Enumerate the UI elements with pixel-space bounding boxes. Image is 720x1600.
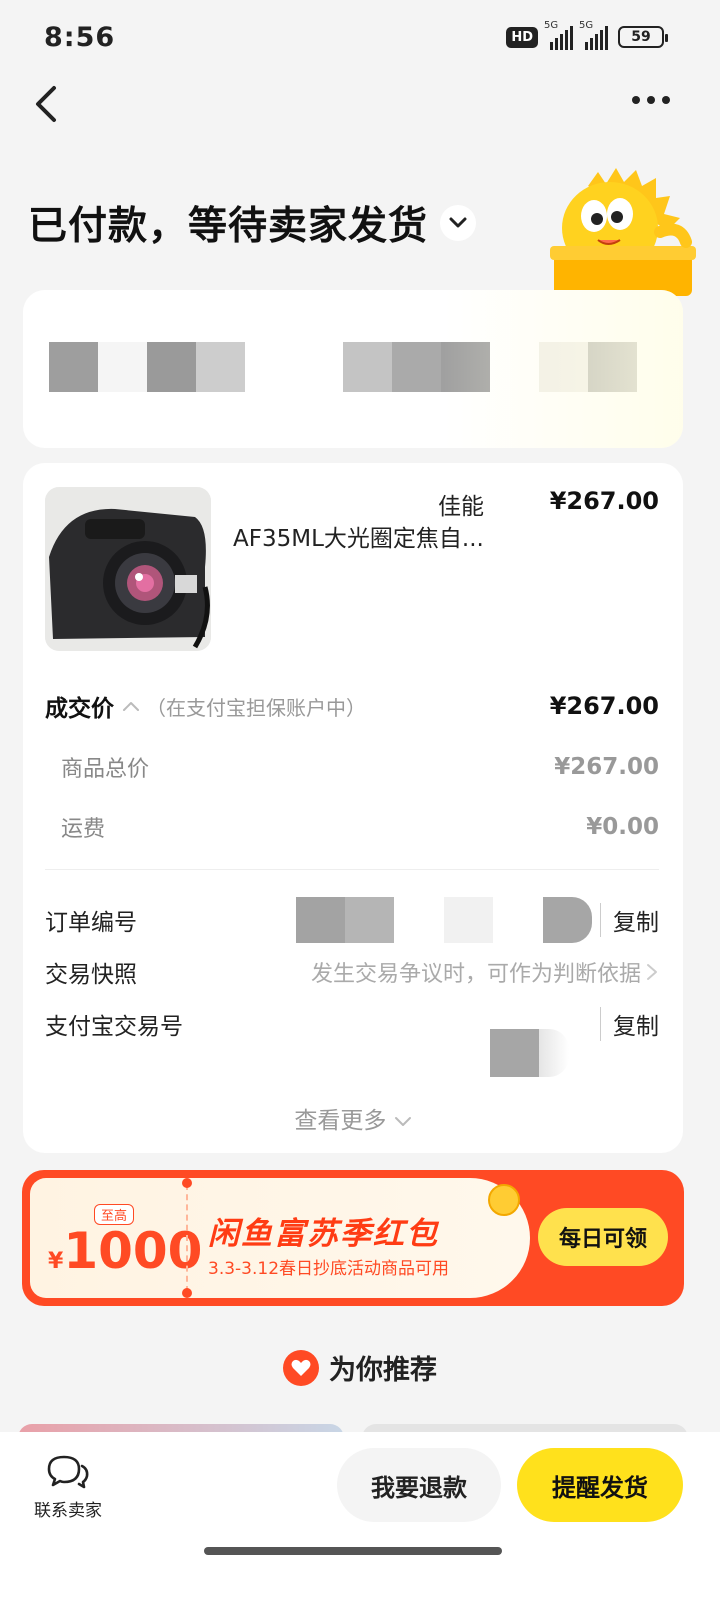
see-more-label: 查看更多	[294, 1108, 387, 1134]
coin-icon	[488, 1184, 520, 1216]
status-bar: 8:56 HD 5G 5G 59	[0, 0, 720, 80]
contact-seller-label: 联系卖家	[34, 1501, 102, 1521]
product-image[interactable]	[45, 487, 211, 651]
order-number-row: 订单编号 复制	[45, 897, 659, 943]
status-icons: HD 5G 5G 59	[506, 20, 668, 50]
redacted-trade-no	[490, 1029, 539, 1077]
coupon-divider	[186, 1184, 188, 1292]
product-brand: 佳能	[438, 494, 484, 520]
battery-icon: 59	[618, 26, 668, 48]
network-type-label: 5G	[544, 20, 559, 31]
mascot-illustration	[550, 168, 696, 296]
coupon-title: 闲鱼富苏季红包	[208, 1216, 439, 1252]
camera-photo	[45, 487, 211, 651]
coupon-dot	[182, 1288, 192, 1298]
recommend-title: 为你推荐	[329, 1355, 437, 1386]
more-dot-icon	[632, 96, 640, 104]
claim-coupon-button[interactable]: 每日可领	[538, 1208, 668, 1266]
price-item-row: 商品总价 ¥267.00	[45, 751, 659, 783]
see-more-button[interactable]: 查看更多	[23, 1101, 683, 1135]
card-glow	[443, 290, 683, 448]
goods-total-label: 商品总价	[61, 757, 150, 782]
deal-price-note: （在支付宝担保账户中）	[146, 695, 366, 720]
more-button[interactable]	[632, 96, 670, 104]
divider	[45, 869, 659, 870]
status-expand-button[interactable]	[440, 205, 477, 241]
hd-badge: HD	[506, 26, 538, 48]
coupon-amount-value: 1000	[63, 1222, 203, 1280]
copy-order-number-button[interactable]: 复制	[600, 903, 659, 937]
chevron-right-icon	[647, 964, 657, 980]
redacted-address-block	[49, 342, 245, 392]
snapshot-hint: 发生交易争议时，可作为判断依据	[310, 962, 641, 987]
signal-icon-2: 5G	[579, 20, 608, 50]
home-indicator[interactable]	[204, 1547, 502, 1555]
chevron-down-icon	[449, 217, 467, 228]
signal-icon: 5G	[544, 20, 573, 50]
snapshot-label: 交易快照	[45, 962, 137, 988]
coupon-ticket: 至高 ¥1000 闲鱼富苏季红包 3.3-3.12春日抄底活动商品可用	[30, 1178, 530, 1298]
coupon-subtitle: 3.3-3.12春日抄底活动商品可用	[208, 1259, 450, 1279]
status-time: 8:56	[44, 22, 116, 53]
recommend-heading: 为你推荐	[0, 1348, 720, 1387]
chevron-left-icon	[36, 86, 56, 122]
back-button[interactable]	[30, 82, 66, 126]
network-type-label-2: 5G	[579, 20, 594, 31]
contact-seller-button[interactable]: 联系卖家	[28, 1454, 108, 1521]
alipay-trade-label: 支付宝交易号	[45, 1014, 183, 1040]
order-number-label: 订单编号	[45, 910, 137, 936]
alipay-trade-row: 支付宝交易号 复制	[45, 1007, 659, 1041]
chevron-down-icon	[394, 1117, 411, 1126]
coupon-currency: ¥	[48, 1249, 64, 1274]
chat-icon	[47, 1455, 89, 1489]
price-item-row: 运费 ¥0.00	[45, 811, 659, 843]
more-dot-icon	[662, 96, 670, 104]
heart-icon	[283, 1349, 319, 1386]
coupon-amount: ¥1000	[48, 1222, 202, 1280]
chevron-up-icon	[123, 702, 139, 711]
coupon-banner[interactable]: 至高 ¥1000 闲鱼富苏季红包 3.3-3.12春日抄底活动商品可用 每日可领	[22, 1170, 684, 1306]
copy-alipay-trade-button[interactable]: 复制	[600, 1007, 659, 1041]
goods-total-value: ¥267.00	[554, 754, 659, 780]
deal-price-label: 成交价	[45, 696, 114, 722]
address-card[interactable]	[23, 290, 683, 448]
shipping-fee-label: 运费	[61, 817, 106, 842]
bottom-action-bar: 联系卖家 我要退款 提醒发货	[0, 1432, 720, 1600]
deal-price-row[interactable]: 成交价 （在支付宝担保账户中） ¥267.00	[45, 689, 659, 723]
order-number-value: 复制	[296, 897, 659, 943]
product-title[interactable]: AF35ML大光圈定焦自...	[233, 519, 533, 553]
refund-button[interactable]: 我要退款	[337, 1448, 501, 1522]
shipping-fee-value: ¥0.00	[586, 814, 659, 840]
product-price: ¥267.00	[549, 487, 659, 515]
order-status-header: 已付款，等待卖家发货	[28, 195, 477, 251]
deal-price-value: ¥267.00	[549, 692, 659, 720]
redacted-trade-no	[539, 1029, 569, 1077]
coupon-dot	[182, 1178, 192, 1188]
order-card: 佳能 AF35ML大光圈定焦自... ¥267.00 成交价 （在支付宝担保账户…	[23, 463, 683, 1153]
order-status-title: 已付款，等待卖家发货	[28, 204, 429, 249]
remind-ship-button[interactable]: 提醒发货	[517, 1448, 683, 1522]
more-dot-icon	[647, 96, 655, 104]
snapshot-row[interactable]: 交易快照 发生交易争议时，可作为判断依据	[45, 955, 659, 989]
